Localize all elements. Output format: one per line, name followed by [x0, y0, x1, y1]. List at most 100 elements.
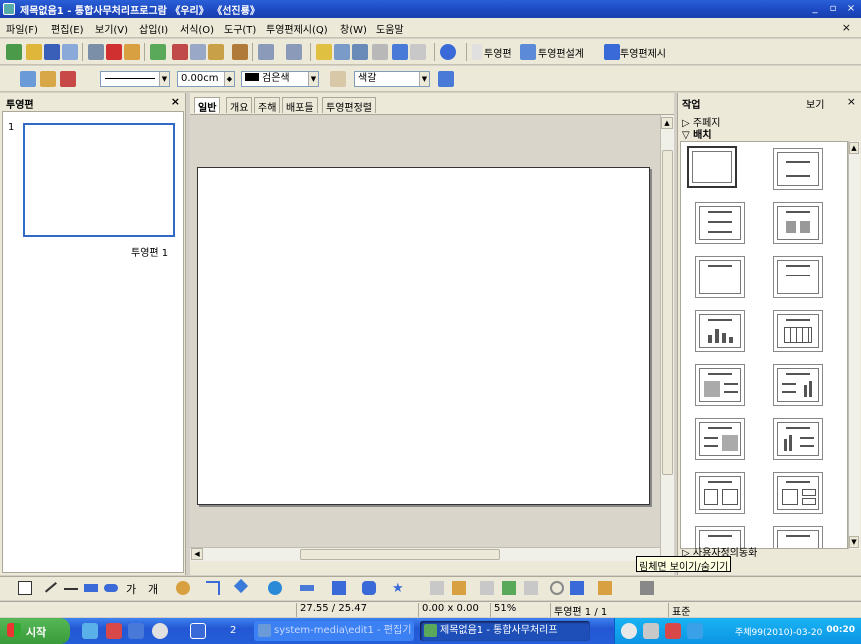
curve-icon[interactable] — [176, 581, 190, 595]
layout-title-chart[interactable] — [695, 310, 745, 352]
ellipse-icon[interactable] — [104, 584, 118, 592]
show-draw-functions-icon[interactable] — [352, 44, 368, 60]
export-pdf-icon[interactable] — [106, 44, 122, 60]
task-pane-scrollbar[interactable]: ▲ ▼ — [848, 141, 860, 549]
restore-button[interactable]: ▫ — [826, 2, 840, 16]
line-color-select[interactable]: 검은색 ▼ — [241, 71, 319, 87]
connector-icon[interactable] — [206, 581, 220, 595]
line-tool-icon[interactable] — [41, 577, 57, 593]
tab-outline[interactable]: 개요 — [226, 97, 253, 114]
tab-handout[interactable]: 배포들 — [282, 97, 318, 114]
menu-format[interactable]: 서식(O) — [180, 21, 214, 36]
grid-icon[interactable] — [372, 44, 388, 60]
menu-help[interactable]: 도움말 — [376, 21, 404, 36]
chevron-down-icon[interactable]: ▼ — [419, 72, 429, 86]
close-task-pane-icon[interactable]: × — [847, 95, 856, 108]
start-button[interactable]: 시작 — [0, 618, 70, 644]
slide-page[interactable] — [197, 167, 650, 505]
layout-title-only-centered[interactable] — [773, 148, 823, 190]
paste-icon[interactable] — [208, 44, 224, 60]
tray-icon[interactable] — [621, 623, 637, 639]
new-document-icon[interactable] — [6, 44, 22, 60]
vertical-scrollbar[interactable]: ▲ — [660, 115, 674, 561]
menu-tools[interactable]: 도구(T) — [224, 21, 256, 36]
callouts-icon[interactable] — [362, 581, 376, 595]
format-paintbrush-icon[interactable] — [232, 44, 248, 60]
horizontal-scroll-thumb[interactable] — [300, 549, 500, 560]
from-file-icon[interactable] — [480, 581, 494, 595]
layout-title-text-chart[interactable] — [773, 364, 823, 406]
quicklaunch-icon[interactable] — [152, 623, 168, 639]
tray-icon[interactable] — [687, 623, 703, 639]
line-style-select[interactable]: ▼ — [100, 71, 170, 87]
app-icon[interactable] — [3, 3, 15, 15]
section-layouts[interactable]: ▽ 배치 — [682, 126, 712, 141]
flowchart-icon[interactable] — [332, 581, 346, 595]
edit-file-icon[interactable] — [62, 44, 78, 60]
fontwork-icon[interactable] — [452, 581, 466, 595]
layout-centered-text[interactable] — [773, 256, 823, 298]
quicklaunch-icon[interactable] — [128, 623, 144, 639]
alignment-icon[interactable] — [570, 581, 584, 595]
3d-effects-icon[interactable] — [524, 581, 538, 595]
close-document-button[interactable]: × — [842, 21, 851, 34]
close-panel-icon[interactable]: × — [171, 95, 180, 108]
chart-icon[interactable] — [316, 44, 332, 60]
taskbar-task-active[interactable]: 제목없음1 - 통합사무처리프 — [420, 621, 590, 641]
print-preview-icon[interactable] — [124, 44, 140, 60]
taskbar-task[interactable]: system-media\edit1 - 편집기 — [254, 621, 414, 641]
slide-design-button[interactable]: 투영편설계 — [538, 45, 584, 60]
vertical-scroll-thumb[interactable] — [662, 150, 673, 475]
print-icon[interactable] — [88, 44, 104, 60]
horizontal-scrollbar[interactable]: ◀ — [190, 547, 660, 561]
block-arrows-icon[interactable] — [300, 585, 314, 591]
tray-icon[interactable] — [665, 623, 681, 639]
layout-partial-2[interactable] — [773, 526, 823, 548]
close-window-button[interactable]: × — [844, 2, 858, 16]
tray-icon[interactable] — [643, 623, 659, 639]
vertical-text-icon[interactable]: 개 — [148, 581, 162, 596]
line-icon[interactable] — [40, 71, 56, 87]
layout-title-only[interactable] — [695, 256, 745, 298]
layout-title-chart-text[interactable] — [773, 418, 823, 460]
layout-title-text-2[interactable] — [695, 472, 745, 514]
layout-title-text-split[interactable] — [773, 472, 823, 514]
menu-slideshow[interactable]: 투영편제시(Q) — [266, 21, 328, 36]
basic-shapes-icon[interactable] — [233, 578, 249, 594]
layout-title-table[interactable] — [773, 310, 823, 352]
new-slide-button[interactable]: 투영편 — [484, 45, 512, 60]
spinner-icon[interactable]: ◆ — [224, 72, 234, 86]
open-folder-icon[interactable] — [26, 44, 42, 60]
layout-title-2content[interactable] — [773, 202, 823, 244]
symbol-shapes-icon[interactable] — [268, 581, 282, 595]
navigator-icon[interactable] — [392, 44, 408, 60]
area-color-select[interactable]: 색갈 ▼ — [354, 71, 430, 87]
scroll-left-icon[interactable]: ◀ — [191, 548, 203, 560]
tab-notes[interactable]: 주해 — [254, 97, 281, 114]
chevron-down-icon[interactable]: ▼ — [159, 72, 169, 86]
quicklaunch-icon[interactable] — [82, 623, 98, 639]
layout-title-clipart-text[interactable] — [695, 364, 745, 406]
menu-edit[interactable]: 편집(E) — [51, 21, 84, 36]
gallery-icon[interactable] — [502, 581, 516, 595]
task-pane-view-menu[interactable]: 보기 — [806, 96, 824, 111]
rectangle-icon[interactable] — [84, 584, 98, 592]
slide-show-button[interactable]: 투영편제시 — [620, 45, 666, 60]
tray-clock[interactable]: 00:20 — [826, 625, 855, 635]
styles-icon[interactable] — [20, 71, 36, 87]
minimize-button[interactable]: _ — [808, 2, 822, 16]
scroll-up-icon[interactable]: ▲ — [849, 142, 859, 154]
spellcheck-icon[interactable] — [150, 44, 166, 60]
scroll-up-icon[interactable]: ▲ — [661, 117, 673, 129]
quicklaunch-icon[interactable] — [106, 623, 122, 639]
text-icon[interactable]: 가 — [126, 581, 140, 596]
chevron-down-icon[interactable]: ▼ — [308, 72, 318, 86]
arrow-style-icon[interactable] — [60, 71, 76, 87]
arrange-icon[interactable] — [598, 581, 612, 595]
shadow-icon[interactable] — [438, 71, 454, 87]
redo-icon[interactable] — [286, 44, 302, 60]
rotate-icon[interactable] — [550, 581, 564, 595]
layout-blank[interactable] — [687, 146, 737, 188]
zoom-icon[interactable] — [410, 44, 426, 60]
show-desktop-icon[interactable] — [190, 623, 206, 639]
